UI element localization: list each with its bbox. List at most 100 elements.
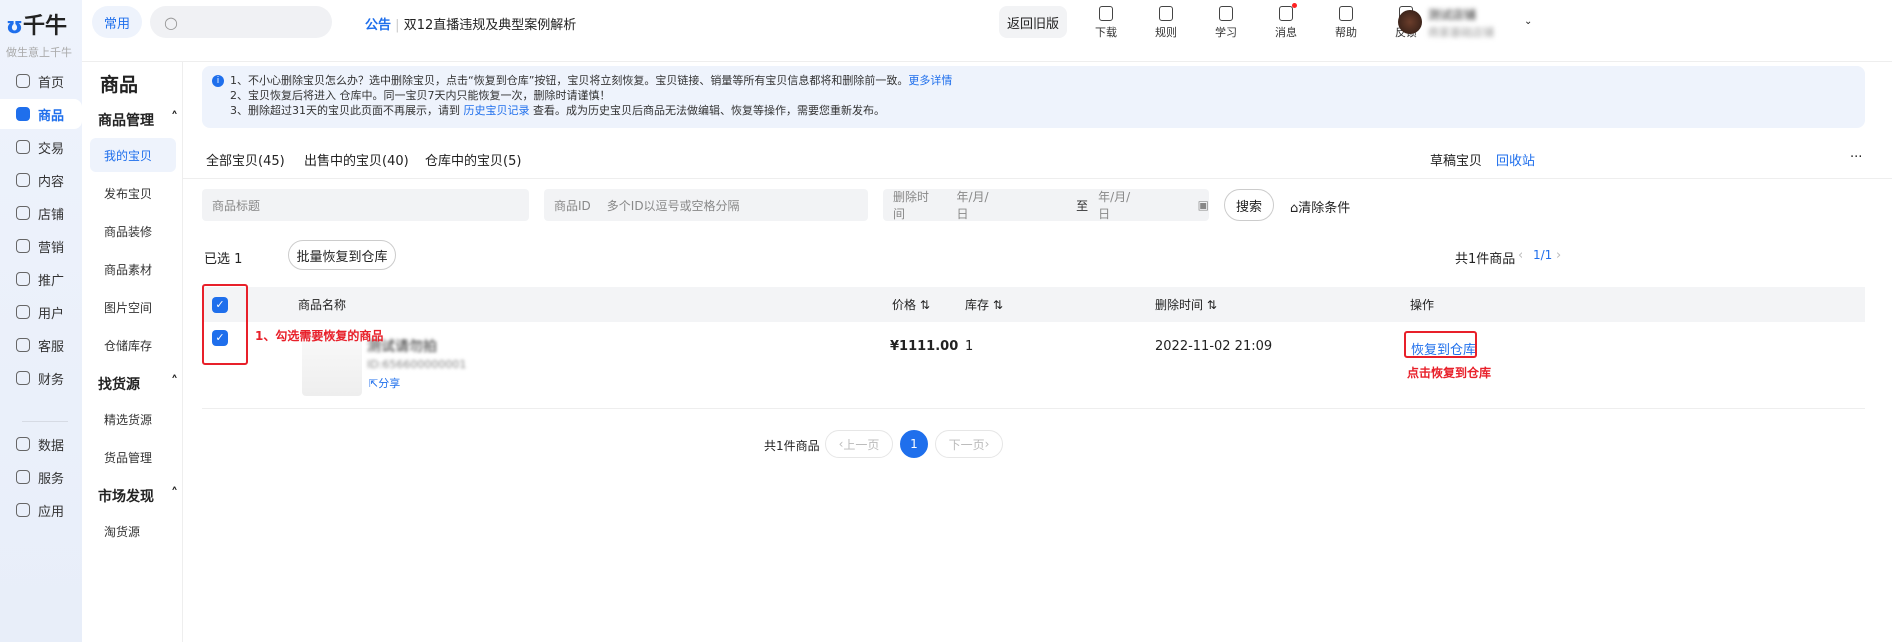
tool-1[interactable]: 规则: [1146, 6, 1186, 40]
sub-item[interactable]: 我的宝贝: [90, 138, 176, 172]
search-button[interactable]: 搜索: [1224, 189, 1274, 221]
next-page-button[interactable]: 下一页 ›: [935, 430, 1003, 458]
finance-icon: [16, 371, 30, 385]
tool-icon: [1099, 6, 1113, 21]
nav-item-7[interactable]: 用户: [0, 297, 82, 327]
nav-item-4[interactable]: 店铺: [0, 198, 82, 228]
sub-item[interactable]: 淘货源: [90, 514, 176, 548]
tab-warehouse[interactable]: 仓库中的宝贝(5): [425, 150, 521, 169]
tool-2[interactable]: 学习: [1206, 6, 1246, 40]
nav-label: 推广: [38, 270, 64, 289]
tab-draft[interactable]: 草稿宝贝: [1430, 150, 1482, 169]
product-stock: 1: [965, 339, 973, 354]
annotation-box-checkbox: [202, 284, 248, 365]
more-icon[interactable]: ···: [1850, 150, 1862, 165]
nav-label: 客服: [38, 336, 64, 355]
tab-all[interactable]: 全部宝贝(45): [206, 150, 285, 169]
chevron-up-icon: ˄: [171, 110, 178, 130]
section-0[interactable]: 商品管理˄: [98, 110, 178, 130]
prev-page-button[interactable]: ‹ 上一页: [825, 430, 893, 458]
tab-recycle[interactable]: 回收站: [1496, 150, 1535, 169]
tool-4[interactable]: 帮助: [1326, 6, 1366, 40]
sub-item[interactable]: 精选货源: [90, 402, 176, 436]
end-date[interactable]: 年/月/日: [1098, 188, 1142, 222]
common-button[interactable]: 常用: [92, 6, 142, 38]
tool-3[interactable]: 消息: [1266, 6, 1306, 40]
avatar[interactable]: [1398, 10, 1422, 34]
section-1[interactable]: 找货源˄: [98, 374, 178, 394]
old-version-button[interactable]: 返回旧版: [999, 6, 1067, 38]
share-link[interactable]: ⇱分享: [369, 375, 400, 391]
nav-item-11[interactable]: 服务: [0, 462, 82, 492]
sub-item[interactable]: 货品管理: [90, 440, 176, 474]
product-id: ID:656600000001: [367, 358, 466, 371]
nav-item-3[interactable]: 内容: [0, 165, 82, 195]
section-2[interactable]: 市场发现˄: [98, 486, 178, 506]
marketing-icon: [16, 239, 30, 253]
nav-item-1[interactable]: 商品: [0, 99, 82, 129]
table-header: [202, 287, 1865, 322]
chevron-down-icon[interactable]: ⌄: [1524, 16, 1532, 27]
nav-label: 服务: [38, 468, 64, 487]
tab-on-sale[interactable]: 出售中的宝贝(40): [304, 150, 409, 169]
nav-divider: [22, 421, 68, 422]
nav-item-9[interactable]: 财务: [0, 363, 82, 393]
info-banner: i 1、不小心删除宝贝怎么办？选中删除宝贝，点击“恢复到仓库”按钮，宝贝将立刻恢…: [202, 66, 1865, 128]
title-input[interactable]: 商品标题: [202, 189, 529, 221]
bulk-restore-button[interactable]: 批量恢复到仓库: [288, 240, 396, 270]
sub-item[interactable]: 发布宝贝: [90, 176, 176, 210]
delete-time: 2022-11-02 21:09: [1155, 339, 1272, 354]
nav-item-8[interactable]: 客服: [0, 330, 82, 360]
service-icon: [16, 338, 30, 352]
sub-item[interactable]: 商品装修: [90, 214, 176, 248]
tool-label: 下载: [1095, 26, 1117, 39]
nav-item-5[interactable]: 营销: [0, 231, 82, 261]
trade-icon: [16, 140, 30, 154]
sub-item[interactable]: 商品素材: [90, 252, 176, 286]
sub-item[interactable]: 图片空间: [90, 290, 176, 324]
tool-icon: [1339, 6, 1353, 21]
data-icon: [16, 437, 30, 451]
search-input[interactable]: ○: [150, 6, 332, 38]
col-action: 操作: [1410, 296, 1434, 313]
nav-item-10[interactable]: 数据: [0, 429, 82, 459]
info-line-1: 1、不小心删除宝贝怎么办？选中删除宝贝，点击“恢复到仓库”按钮，宝贝将立刻恢复。…: [230, 74, 908, 87]
calendar-icon[interactable]: ▣: [1198, 198, 1209, 212]
id-input[interactable]: 商品ID多个ID以逗号或空格分隔: [544, 189, 868, 221]
store-name: 测试店铺: [1428, 6, 1476, 23]
prev-page-icon[interactable]: ‹: [1518, 248, 1523, 263]
nav-item-6[interactable]: 推广: [0, 264, 82, 294]
notice[interactable]: 公告 | 双12直播违规及典型案例解析: [365, 14, 576, 33]
nav-item-12[interactable]: 应用: [0, 495, 82, 525]
col-delete-time[interactable]: 删除时间 ⇅: [1155, 296, 1217, 313]
next-page-icon[interactable]: ›: [1556, 248, 1561, 263]
tool-0[interactable]: 下载: [1086, 6, 1126, 40]
tool-label: 学习: [1215, 26, 1237, 39]
history-link[interactable]: 历史宝贝记录: [464, 104, 530, 117]
nav-item-2[interactable]: 交易: [0, 132, 82, 162]
divider: [183, 178, 1892, 179]
selected-count: 已选 1: [204, 248, 242, 267]
col-price[interactable]: 价格 ⇅: [892, 296, 930, 313]
nav-label: 数据: [38, 435, 64, 454]
nav-label: 财务: [38, 369, 64, 388]
table-row: ✓ 测试请勿拍 ID:656600000001 ⇱分享 ¥1111.00 1 2…: [202, 322, 1865, 409]
time-label: 删除时间: [893, 188, 940, 222]
more-details-link[interactable]: 更多详情: [908, 74, 952, 87]
nav-item-0[interactable]: 首页: [0, 66, 82, 96]
page-1[interactable]: 1: [900, 430, 928, 458]
section-label: 市场发现: [98, 486, 154, 506]
info-line-3: 3、删除超过31天的宝贝此页面不再展示，请到: [230, 104, 464, 117]
nav-label: 应用: [38, 501, 64, 520]
info-line-2: 2、宝贝恢复后将进入 仓库中。同一宝贝7天内只能恢复一次，删除时请谨慎！: [230, 88, 1865, 103]
nav-label: 交易: [38, 138, 64, 157]
col-stock[interactable]: 库存 ⇅: [965, 296, 1003, 313]
tool-label: 帮助: [1335, 26, 1357, 39]
nav-label: 首页: [38, 72, 64, 91]
to-label: 至: [1076, 197, 1088, 214]
delete-time-range[interactable]: 删除时间年/月/日至年/月/日▣: [883, 189, 1209, 221]
nav-label: 营销: [38, 237, 64, 256]
start-date[interactable]: 年/月/日: [956, 188, 1000, 222]
sub-item[interactable]: 仓储库存: [90, 328, 176, 362]
clear-button[interactable]: ⌂清除条件: [1290, 197, 1350, 216]
